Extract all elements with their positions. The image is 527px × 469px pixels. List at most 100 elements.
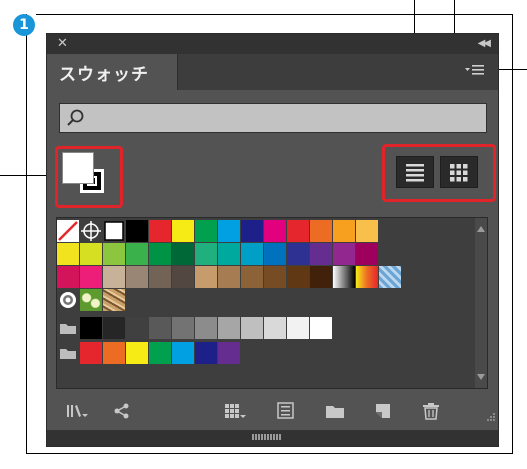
swatch[interactable] [126, 317, 149, 339]
close-icon[interactable]: ✕ [57, 35, 68, 53]
swatch-row [57, 243, 379, 265]
swatch[interactable] [195, 266, 218, 288]
swatch[interactable] [103, 317, 126, 339]
swatch[interactable] [80, 266, 103, 288]
swatch[interactable] [149, 342, 172, 364]
swatch[interactable] [287, 266, 310, 288]
color-group-folder-icon[interactable] [57, 342, 80, 364]
list-view-icon [406, 164, 424, 182]
swatch[interactable] [103, 243, 126, 265]
swatch[interactable] [241, 243, 264, 265]
swatch[interactable] [218, 266, 241, 288]
annotation-line-bottom [26, 453, 512, 454]
show-kind-icon[interactable] [223, 401, 247, 421]
thumbnail-view-button[interactable] [440, 156, 478, 188]
swatch[interactable] [218, 220, 241, 242]
search-icon [67, 109, 84, 126]
panel-bottom-grip[interactable] [47, 430, 498, 446]
swatch[interactable] [126, 266, 149, 288]
swatches-panel: ✕ ◀◀ スウォッチ [46, 33, 499, 447]
swatch[interactable] [241, 317, 264, 339]
swatch[interactable] [264, 266, 287, 288]
swatch[interactable] [310, 266, 333, 288]
new-color-group-icon[interactable] [323, 401, 347, 421]
swatch[interactable] [149, 317, 172, 339]
swatch[interactable] [126, 243, 149, 265]
swatch[interactable] [195, 342, 218, 364]
swatch[interactable] [126, 342, 149, 364]
swatch[interactable] [241, 220, 264, 242]
swatch-row [57, 266, 402, 288]
search-input[interactable] [59, 103, 487, 133]
swatch-row [57, 317, 333, 339]
swatch[interactable] [172, 243, 195, 265]
swatch[interactable] [80, 243, 103, 265]
swatch[interactable] [195, 220, 218, 242]
swatch[interactable] [356, 220, 379, 242]
annotation-line-right [512, 14, 513, 454]
swatch[interactable] [57, 243, 80, 265]
view-toggle-highlight [382, 144, 496, 202]
swatch[interactable] [80, 317, 103, 339]
swatch[interactable] [103, 266, 126, 288]
swatch-gradient-bw[interactable] [333, 266, 356, 288]
swatch[interactable] [264, 317, 287, 339]
swatch[interactable] [80, 342, 103, 364]
swatch-pattern-tan[interactable] [103, 289, 126, 311]
swatch[interactable] [310, 317, 333, 339]
new-swatch-icon[interactable] [371, 401, 395, 421]
swatch[interactable] [310, 220, 333, 242]
swatch[interactable] [218, 317, 241, 339]
swatch-library-icon[interactable] [65, 401, 89, 421]
swatch-none[interactable] [57, 220, 80, 242]
tab-swatches[interactable]: スウォッチ [47, 54, 178, 90]
swatch[interactable] [287, 317, 310, 339]
list-view-button[interactable] [396, 156, 434, 188]
fill-swatch[interactable] [62, 152, 94, 184]
swatch-options-icon[interactable] [274, 401, 298, 421]
resize-grip-icon[interactable] [484, 412, 496, 424]
swatch-pattern-blue[interactable] [379, 266, 402, 288]
swatch[interactable] [264, 243, 287, 265]
color-group-folder-icon[interactable] [57, 317, 80, 339]
swatch-white[interactable] [103, 220, 126, 242]
swatch[interactable] [218, 243, 241, 265]
annotation-line-top [36, 14, 513, 15]
swatch[interactable] [172, 220, 195, 242]
swatch[interactable] [57, 266, 80, 288]
swatch-gradient-orange[interactable] [356, 266, 379, 288]
swatch[interactable] [103, 342, 126, 364]
scrollbar[interactable] [475, 218, 487, 388]
delete-swatch-icon[interactable] [419, 401, 443, 421]
swatch-row [57, 289, 126, 311]
swatch[interactable] [149, 266, 172, 288]
swatch-registration[interactable] [80, 220, 103, 242]
swatch-grid [56, 217, 488, 389]
swatch[interactable] [172, 317, 195, 339]
swatch[interactable] [126, 220, 149, 242]
swatch[interactable] [264, 220, 287, 242]
swatch[interactable] [195, 317, 218, 339]
swatch[interactable] [333, 220, 356, 242]
annotation-line-left [26, 14, 27, 454]
scroll-down-icon[interactable] [477, 374, 485, 380]
collapse-icon[interactable]: ◀◀ [478, 36, 491, 52]
swatch-pattern-white[interactable] [57, 289, 80, 311]
swatch[interactable] [172, 342, 195, 364]
swatch-row [57, 342, 241, 364]
panel-menu-icon[interactable] [465, 64, 485, 78]
scroll-up-icon[interactable] [477, 226, 485, 232]
place-swatches-icon[interactable] [111, 401, 135, 421]
swatch[interactable] [149, 243, 172, 265]
swatch[interactable] [195, 243, 218, 265]
swatch[interactable] [310, 243, 333, 265]
swatch-pattern-leaf[interactable] [80, 289, 103, 311]
swatch[interactable] [218, 342, 241, 364]
swatch[interactable] [356, 243, 379, 265]
swatch[interactable] [287, 243, 310, 265]
swatch[interactable] [333, 243, 356, 265]
swatch[interactable] [149, 220, 172, 242]
swatch[interactable] [172, 266, 195, 288]
swatch[interactable] [287, 220, 310, 242]
swatch[interactable] [241, 266, 264, 288]
